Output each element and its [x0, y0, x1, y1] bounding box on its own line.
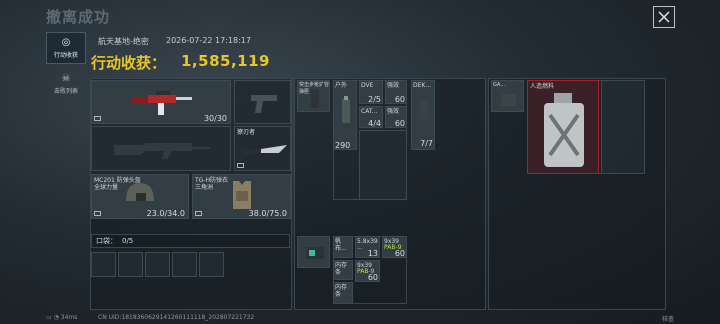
pocket-count: 0/5 [122, 237, 134, 245]
tag-icon [94, 211, 101, 216]
tag-icon [94, 116, 101, 121]
rig-item-stim[interactable]: 强效 60 [385, 80, 407, 104]
item-count: 4/4 [368, 119, 381, 128]
pocket-slot[interactable] [172, 252, 197, 277]
tab-kill-list[interactable]: ☠ 击败列表 [46, 68, 86, 100]
fuel-can-icon [544, 93, 584, 167]
pocket-slot[interactable] [145, 252, 170, 277]
item-label: 内存条 [335, 262, 348, 276]
backpack-item-memory[interactable]: 内存条 [333, 260, 353, 280]
item-count: 13 [367, 249, 378, 258]
pocket-slot[interactable] [118, 252, 143, 277]
armor-name: TG-H防弹衣 [195, 177, 228, 184]
tag-icon [237, 163, 244, 168]
pocket-slot[interactable] [91, 252, 116, 277]
item-label: 内存条 [335, 284, 348, 298]
secondary-weapon-slot[interactable] [234, 80, 291, 124]
ping-value: 34ms [60, 314, 78, 321]
pocket-header: 口袋： 0/5 [91, 234, 290, 248]
item-label: GA... [493, 82, 505, 88]
item-label: 帆布... [335, 238, 347, 252]
item-count: 290 [335, 141, 351, 150]
tag-icon [195, 211, 202, 216]
safe-item-fuel[interactable]: 人造燃料 [527, 80, 599, 174]
safe-item-box[interactable]: GA... [491, 80, 524, 112]
rifle-silhouette-icon [114, 143, 210, 159]
item-count: 2/5 [368, 95, 381, 104]
backpack-item-bag[interactable]: 帆布... [333, 236, 353, 258]
item-sub: ... [357, 244, 363, 251]
helmet-subname: 全球力量 [94, 184, 119, 191]
rig-item-magazine[interactable]: 突击步枪扩容弹匣 [297, 80, 330, 112]
map-location: 航天基地-绝密 [98, 37, 149, 46]
box-icon [502, 94, 516, 106]
armor-durability: 38.0/75.0 [248, 209, 287, 218]
armor-icon [233, 181, 251, 209]
timestamp: 2026-07-22 17:18:17 [166, 36, 251, 45]
backpack-item-ammo[interactable]: 9x39 PAB-9 60 [382, 236, 407, 258]
safe-empty-slot[interactable] [601, 80, 645, 174]
yield-label: 行动收获： [91, 54, 167, 72]
pocket-slot[interactable] [199, 252, 224, 277]
grenade-icon [420, 99, 428, 119]
melee-slot[interactable]: 獠刃者 [234, 126, 291, 171]
item-count: 60 [394, 249, 405, 258]
item-label: 强效 [387, 108, 400, 115]
item-count: 7/7 [420, 139, 433, 148]
tab-loot[interactable]: ◎ 行动收获 [46, 32, 86, 64]
item-count: 60 [394, 119, 405, 128]
helmet-icon [126, 183, 154, 201]
item-count: 60 [394, 95, 405, 104]
backpack-item-ammo[interactable]: 5.8x39 ... 13 [355, 236, 380, 258]
rig-item-cat[interactable]: CAT... 4/4 [359, 106, 383, 128]
pocket-label: 口袋： [96, 237, 117, 245]
item-label: CAT... [361, 108, 378, 115]
long-weapon-slot[interactable] [91, 126, 231, 171]
yield-value: 1,585,119 [181, 52, 270, 70]
tab-loot-label: 行动收获 [53, 52, 78, 59]
armor-slot[interactable]: TG-H防弹衣 三角洲 38.0/75.0 [192, 174, 291, 219]
magazine-icon [311, 90, 319, 108]
device-icon [306, 247, 324, 259]
backpack-item-memory[interactable]: 内存条 [333, 282, 353, 304]
item-count: 60 [367, 273, 378, 282]
primary-weapon-slot[interactable]: 30/30 [91, 80, 231, 124]
network-status: ▭ ◔ 34ms [46, 314, 77, 321]
backpack-device[interactable] [297, 236, 330, 268]
knife-icon [243, 145, 287, 154]
close-button[interactable] [653, 6, 675, 28]
helmet-slot[interactable]: MC201 防弹头盔 全球力量 23.0/34.0 [91, 174, 189, 219]
rig-item-stim-2[interactable]: 强效 60 [385, 106, 407, 128]
rig-item-dve[interactable]: DVE 2/5 [359, 80, 383, 104]
item-label: 人造燃料 [530, 83, 555, 90]
skull-icon: ☠ [61, 73, 71, 84]
close-icon [658, 11, 670, 23]
item-label: 强效 [387, 82, 400, 89]
pistol-icon [251, 95, 277, 113]
bottle-icon [342, 96, 350, 123]
wifi-icon: ◔ [53, 314, 59, 321]
melee-label: 獠刃者 [237, 129, 256, 136]
player-uid: CN UID:1818360629141260111118_2028072217… [98, 314, 255, 321]
item-label: 户外 [335, 82, 348, 89]
rig-item-dek[interactable]: DEK... 7/7 [411, 80, 435, 150]
rifle-icon [132, 91, 192, 115]
tab-kill-list-label: 击败列表 [53, 88, 78, 95]
battery-icon: ▭ [46, 314, 52, 321]
helmet-durability: 23.0/34.0 [146, 209, 185, 218]
backpack-item-ammo[interactable]: 9x39 PAB-9 60 [355, 260, 380, 282]
target-icon: ◎ [61, 37, 71, 48]
ammo-count: 30/30 [203, 114, 227, 123]
screen-title: 撤离成功 [46, 8, 111, 26]
rig-item-outdoor[interactable]: 户外 290 [333, 80, 357, 150]
corner-text: 核查 [662, 316, 675, 323]
armor-subname: 三角洲 [195, 184, 214, 191]
item-label: DVE [361, 82, 374, 89]
rig-empty-slot[interactable] [359, 130, 407, 200]
item-label: DEK... [413, 82, 432, 89]
